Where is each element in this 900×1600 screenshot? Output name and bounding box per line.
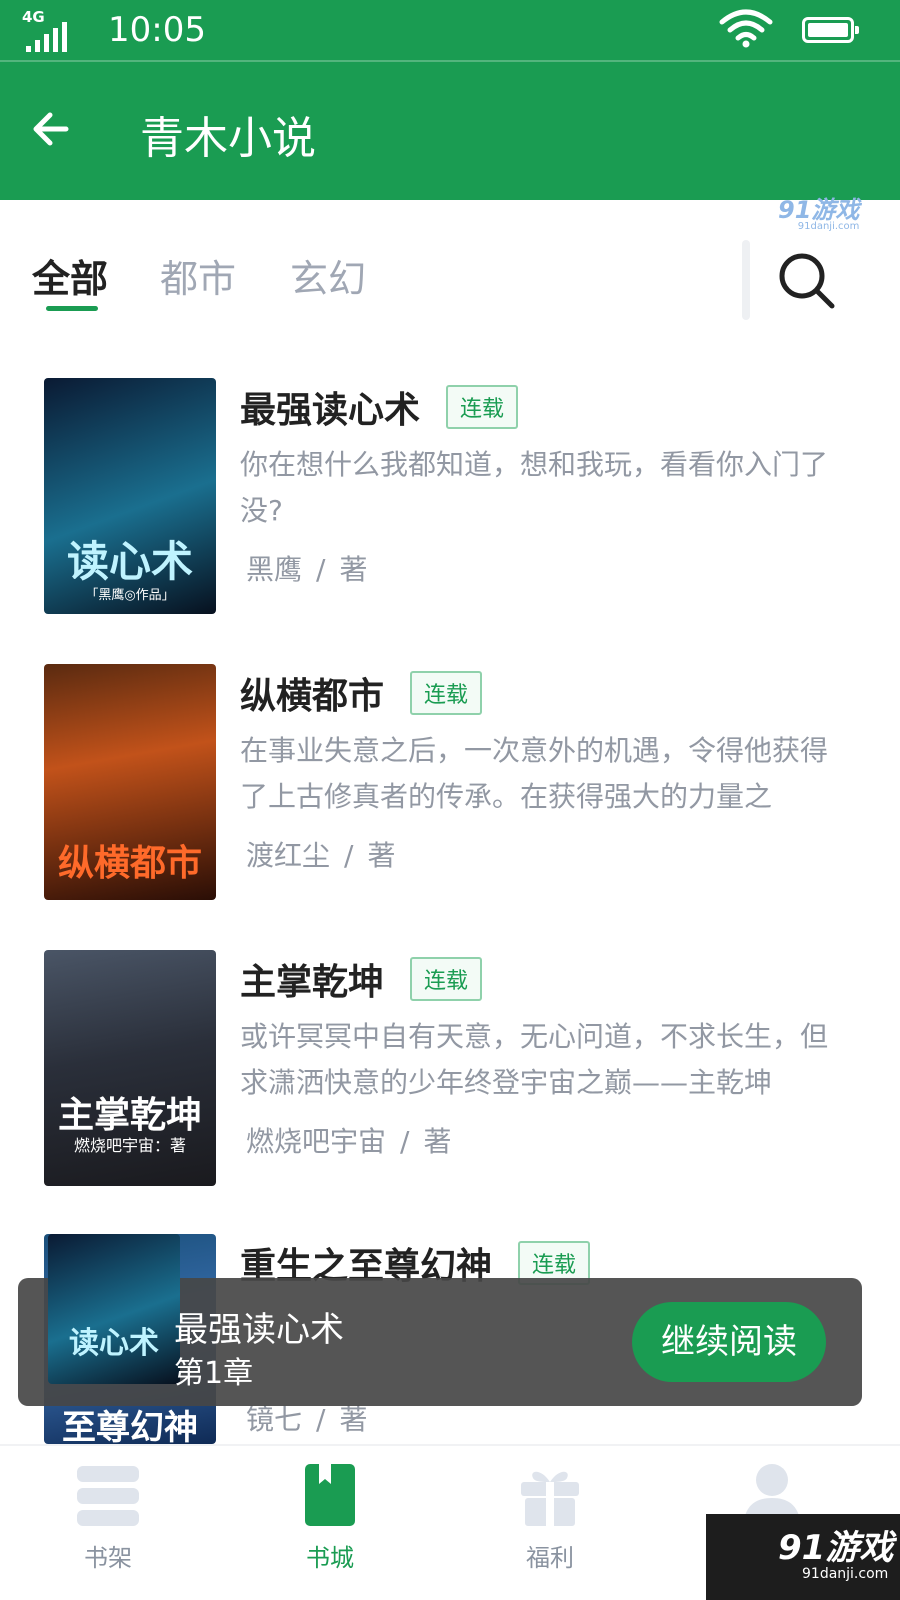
status-badge: 连载: [410, 671, 483, 715]
book-author: 黑鹰 / 著: [246, 553, 368, 586]
continue-reading-button[interactable]: 继续阅读: [632, 1302, 826, 1382]
category-tabs: 全部 都市 玄幻: [0, 240, 900, 320]
bookshelf-icon: [77, 1466, 139, 1526]
book-title[interactable]: 主掌乾坤: [240, 953, 384, 1005]
gift-icon: [521, 1471, 579, 1526]
book-cover[interactable]: 纵横都市: [44, 664, 216, 900]
tab-all[interactable]: 全部: [32, 248, 108, 303]
current-chapter: 第1章: [174, 1356, 254, 1391]
book-cover[interactable]: 读心术 「黑鹰◎作品」: [44, 378, 216, 614]
status-badge: 连载: [410, 957, 483, 1001]
signal-icon: [26, 22, 67, 52]
watermark-logo-bottom: 91游戏 91danji.com: [706, 1514, 900, 1600]
nav-bookshelf[interactable]: 书架: [48, 1460, 168, 1573]
nav-bookstore[interactable]: 书城: [270, 1460, 390, 1573]
continue-reading-bar[interactable]: 读心术 最强读心术 第1章 继续阅读: [18, 1234, 862, 1406]
tab-city[interactable]: 都市: [160, 248, 236, 303]
book-icon: [305, 1464, 355, 1526]
search-icon[interactable]: [776, 250, 838, 312]
book-description: 或许冥冥中自有天意，无心问道，不求长生，但求潇洒快意的少年终登宇宙之巅——主乾坤: [240, 1020, 829, 1099]
book-author: 渡红尘 / 著: [246, 839, 396, 872]
status-badge: 连载: [446, 385, 519, 429]
status-bar: 4G 10:05: [0, 0, 900, 62]
book-title[interactable]: 纵横都市: [240, 667, 384, 719]
nav-welfare[interactable]: 福利: [490, 1460, 610, 1573]
tab-fantasy[interactable]: 玄幻: [290, 248, 366, 303]
book-author: 燃烧吧宇宙 / 著: [246, 1125, 452, 1158]
page-title: 青木小说: [140, 113, 316, 164]
book-item[interactable]: 纵横都市 纵横都市 连载 在事业失意之后，一次意外的机遇，令得他获得了上古修真者…: [0, 664, 900, 924]
book-item[interactable]: 读心术 「黑鹰◎作品」 最强读心术 连载 你在想什么我都知道，想和我玩，看看你入…: [0, 378, 900, 638]
wifi-icon: [719, 9, 773, 48]
book-item[interactable]: 主掌乾坤 燃烧吧宇宙：著 主掌乾坤 连载 或许冥冥中自有天意，无心问道，不求长生…: [0, 950, 900, 1210]
back-arrow-icon[interactable]: [26, 104, 76, 154]
book-description: 你在想什么我都知道，想和我玩，看看你入门了没?: [240, 448, 829, 527]
battery-icon: [802, 17, 859, 43]
active-tab-indicator: [46, 306, 98, 311]
tabs-divider: [742, 240, 750, 320]
watermark-logo-top: 91游戏 91danji.com: [778, 196, 860, 232]
app-bar: 青木小说: [0, 62, 900, 200]
current-book-cover[interactable]: 读心术: [48, 1234, 180, 1384]
book-cover[interactable]: 主掌乾坤 燃烧吧宇宙：著: [44, 950, 216, 1186]
clock: 10:05: [108, 10, 206, 50]
book-title[interactable]: 最强读心术: [240, 381, 420, 433]
book-description: 在事业失意之后，一次意外的机遇，令得他获得了上古修真者的传承。在获得强大的力量之: [240, 734, 829, 813]
current-book-title: 最强读心术: [174, 1310, 344, 1350]
